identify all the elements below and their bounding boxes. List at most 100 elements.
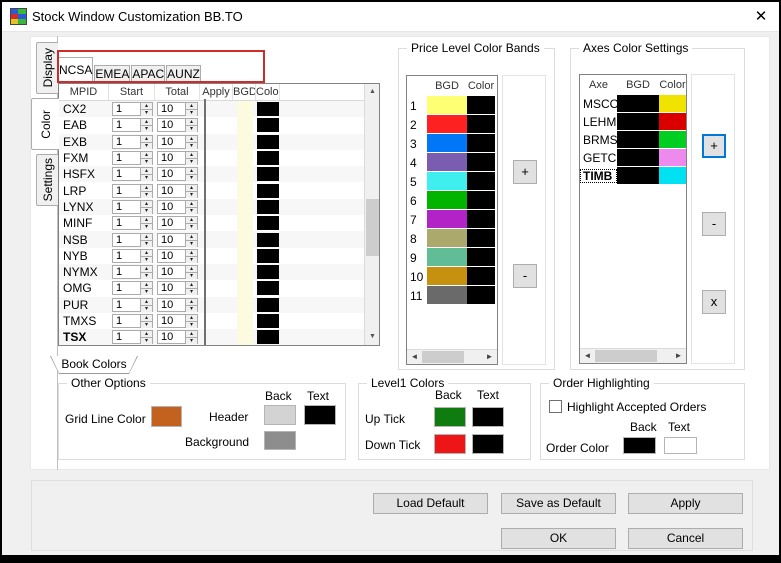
spin-up-icon[interactable]: ▴ xyxy=(141,152,152,159)
side-tab[interactable]: Settings xyxy=(36,154,58,206)
spin-up-icon[interactable]: ▴ xyxy=(141,168,152,175)
header-back-swatch[interactable] xyxy=(264,405,296,425)
region-tab[interactable]: APAC xyxy=(131,65,165,83)
start-stepper[interactable]: 1 ▴▾ xyxy=(112,184,153,198)
spin-down-icon[interactable]: ▾ xyxy=(141,257,152,263)
spin-up-icon[interactable]: ▴ xyxy=(141,103,152,110)
spin-down-icon[interactable]: ▾ xyxy=(186,159,197,165)
down-tick-back-swatch[interactable] xyxy=(434,434,466,454)
band-bgd-swatch[interactable] xyxy=(427,248,467,267)
column-header-bgd[interactable]: BGD xyxy=(427,80,467,92)
price-band-row[interactable]: 3 xyxy=(407,134,497,153)
scroll-down-icon[interactable]: ▼ xyxy=(365,329,380,345)
spinner-arrows[interactable]: ▴▾ xyxy=(185,234,197,246)
bgd-color-swatch[interactable] xyxy=(237,329,253,345)
start-stepper[interactable]: 1 ▴▾ xyxy=(112,216,153,230)
spin-up-icon[interactable]: ▴ xyxy=(141,282,152,289)
band-bgd-swatch[interactable] xyxy=(427,267,467,286)
total-stepper[interactable]: 10 ▴▾ xyxy=(157,135,198,149)
spin-down-icon[interactable]: ▾ xyxy=(186,273,197,279)
spinner-arrows[interactable]: ▴▾ xyxy=(185,250,197,262)
spin-up-icon[interactable]: ▴ xyxy=(141,266,152,273)
spin-up-icon[interactable]: ▴ xyxy=(186,331,197,338)
axes-row[interactable]: GETC xyxy=(580,149,686,167)
total-stepper[interactable]: 10 ▴▾ xyxy=(157,314,198,328)
band-bgd-swatch[interactable] xyxy=(427,115,467,134)
ok-button[interactable]: OK xyxy=(501,528,616,549)
order-text-swatch[interactable] xyxy=(664,437,697,454)
spin-down-icon[interactable]: ▾ xyxy=(186,241,197,247)
band-bgd-swatch[interactable] xyxy=(427,153,467,172)
bgd-color-swatch[interactable] xyxy=(237,199,253,215)
spin-up-icon[interactable]: ▴ xyxy=(186,282,197,289)
text-color-swatch[interactable] xyxy=(257,216,279,230)
axes-row[interactable]: TIMB xyxy=(580,167,686,185)
spin-down-icon[interactable]: ▾ xyxy=(141,289,152,295)
start-stepper[interactable]: 1 ▴▾ xyxy=(112,233,153,247)
axe-bgd-swatch[interactable] xyxy=(617,149,659,167)
spin-down-icon[interactable]: ▾ xyxy=(186,126,197,132)
text-color-swatch[interactable] xyxy=(257,167,279,181)
spin-up-icon[interactable]: ▴ xyxy=(186,152,197,159)
column-header-bgd[interactable]: BGD xyxy=(233,84,256,100)
price-band-row[interactable]: 5 xyxy=(407,172,497,191)
text-color-swatch[interactable] xyxy=(257,135,279,149)
axe-color-swatch[interactable] xyxy=(659,167,686,185)
band-bgd-swatch[interactable] xyxy=(427,229,467,248)
price-band-row[interactable]: 4 xyxy=(407,153,497,172)
highlight-accepted-orders-checkbox[interactable] xyxy=(549,400,562,413)
band-bgd-swatch[interactable] xyxy=(427,96,467,115)
total-stepper[interactable]: 10 ▴▾ xyxy=(157,102,198,116)
spin-down-icon[interactable]: ▾ xyxy=(141,143,152,149)
start-stepper[interactable]: 1 ▴▾ xyxy=(112,298,153,312)
axe-bgd-swatch[interactable] xyxy=(617,131,659,149)
spin-up-icon[interactable]: ▴ xyxy=(186,168,197,175)
bgd-color-swatch[interactable] xyxy=(237,182,253,198)
spin-up-icon[interactable]: ▴ xyxy=(141,331,152,338)
table-row[interactable]: NYMX 1 ▴▾ 10 ▴▾ xyxy=(59,264,379,280)
start-stepper[interactable]: 1 ▴▾ xyxy=(112,102,153,116)
scrollbar-thumb[interactable] xyxy=(366,199,379,256)
text-color-swatch[interactable] xyxy=(257,298,279,312)
text-color-swatch[interactable] xyxy=(257,265,279,279)
axe-bgd-swatch[interactable] xyxy=(617,167,659,185)
cancel-button[interactable]: Cancel xyxy=(628,528,743,549)
down-tick-text-swatch[interactable] xyxy=(472,434,504,454)
spin-up-icon[interactable]: ▴ xyxy=(186,103,197,110)
price-band-row[interactable]: 8 xyxy=(407,229,497,248)
scroll-left-icon[interactable]: ◄ xyxy=(580,349,595,364)
table-row[interactable]: NYB 1 ▴▾ 10 ▴▾ xyxy=(59,248,379,264)
column-header-start[interactable]: Start xyxy=(109,84,155,100)
spin-down-icon[interactable]: ▾ xyxy=(186,306,197,312)
apply-checkbox[interactable] xyxy=(204,327,206,346)
spinner-arrows[interactable]: ▴▾ xyxy=(185,217,197,229)
table-row[interactable]: CX2 1 ▴▾ 10 ▴▾ xyxy=(59,101,379,117)
total-stepper[interactable]: 10 ▴▾ xyxy=(157,184,198,198)
bgd-color-swatch[interactable] xyxy=(237,166,253,182)
spinner-arrows[interactable]: ▴▾ xyxy=(185,136,197,148)
bgd-color-swatch[interactable] xyxy=(237,280,253,296)
load-default-button[interactable]: Load Default xyxy=(373,493,488,514)
start-stepper[interactable]: 1 ▴▾ xyxy=(112,135,153,149)
spin-up-icon[interactable]: ▴ xyxy=(186,299,197,306)
axe-bgd-swatch[interactable] xyxy=(617,113,659,131)
spin-down-icon[interactable]: ▾ xyxy=(141,208,152,214)
start-stepper[interactable]: 1 ▴▾ xyxy=(112,314,153,328)
total-stepper[interactable]: 10 ▴▾ xyxy=(157,298,198,312)
save-as-default-button[interactable]: Save as Default xyxy=(501,493,616,514)
axe-color-swatch[interactable] xyxy=(659,149,686,167)
price-band-row[interactable]: 10 xyxy=(407,267,497,286)
up-tick-back-swatch[interactable] xyxy=(434,407,466,427)
remove-axe-button[interactable]: - xyxy=(702,212,726,236)
spin-up-icon[interactable]: ▴ xyxy=(141,299,152,306)
spin-up-icon[interactable]: ▴ xyxy=(186,250,197,257)
table-row[interactable]: TMXS 1 ▴▾ 10 ▴▾ xyxy=(59,313,379,329)
start-stepper[interactable]: 1 ▴▾ xyxy=(112,281,153,295)
spin-down-icon[interactable]: ▾ xyxy=(141,241,152,247)
column-header-color[interactable]: Color xyxy=(467,80,495,92)
scrollbar-thumb[interactable] xyxy=(595,350,657,362)
bgd-color-swatch[interactable] xyxy=(237,231,253,247)
spinner-arrows[interactable]: ▴▾ xyxy=(140,331,152,343)
spinner-arrows[interactable]: ▴▾ xyxy=(185,103,197,115)
bgd-color-swatch[interactable] xyxy=(237,215,253,231)
